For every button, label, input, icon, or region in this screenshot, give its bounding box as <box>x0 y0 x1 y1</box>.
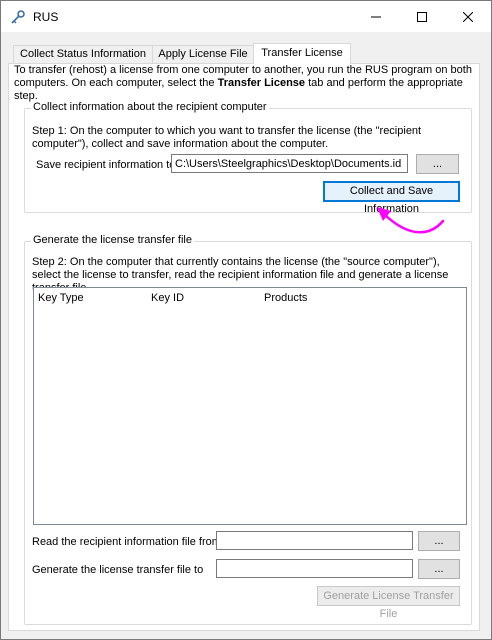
tab-apply-license[interactable]: Apply License File <box>152 45 254 63</box>
generate-transfer-path-field[interactable] <box>216 559 413 578</box>
column-key-type[interactable]: Key Type <box>38 292 84 304</box>
tab-collect-status[interactable]: Collect Status Information <box>13 45 153 63</box>
save-recipient-path-field[interactable]: C:\Users\Steelgraphics\Desktop\Documents… <box>171 154 408 173</box>
generate-group-title: Generate the license transfer file <box>31 234 194 246</box>
read-browse-button[interactable]: ... <box>418 531 460 551</box>
minimize-icon <box>371 16 381 17</box>
read-recipient-label: Read the recipient information file from <box>32 536 221 548</box>
step1-text: Step 1: On the computer to which you wan… <box>32 125 422 150</box>
annotation-arrow <box>377 207 445 234</box>
column-products[interactable]: Products <box>264 292 307 304</box>
generate-transfer-file-button[interactable]: Generate License Transfer File <box>317 586 460 620</box>
generate-browse-button[interactable]: ... <box>418 559 460 579</box>
maximize-button[interactable] <box>399 1 445 32</box>
read-recipient-path-field[interactable] <box>216 531 413 550</box>
save-browse-button[interactable]: ... <box>416 154 459 174</box>
column-key-id[interactable]: Key ID <box>151 292 184 304</box>
minimize-button[interactable] <box>353 1 399 32</box>
collect-group-title: Collect information about the recipient … <box>31 101 269 113</box>
license-list[interactable]: Key Type Key ID Products <box>33 287 467 525</box>
maximize-icon <box>417 11 427 22</box>
key-icon <box>11 10 25 24</box>
title-bar[interactable]: RUS <box>1 1 491 32</box>
generate-transfer-label: Generate the license transfer file to <box>32 564 204 576</box>
intro-text-bold: Transfer License <box>217 77 306 89</box>
tab-transfer-license[interactable]: Transfer License <box>253 43 351 64</box>
window-title: RUS <box>33 10 59 24</box>
rus-window: RUS Collect Status Information Apply Lic… <box>0 0 492 640</box>
intro-text: To transfer (rehost) a license from one … <box>14 64 474 103</box>
close-icon <box>463 11 473 22</box>
save-recipient-label: Save recipient information to <box>36 159 176 171</box>
close-button[interactable] <box>445 1 491 32</box>
transfer-license-panel: To transfer (rehost) a license from one … <box>8 63 480 631</box>
